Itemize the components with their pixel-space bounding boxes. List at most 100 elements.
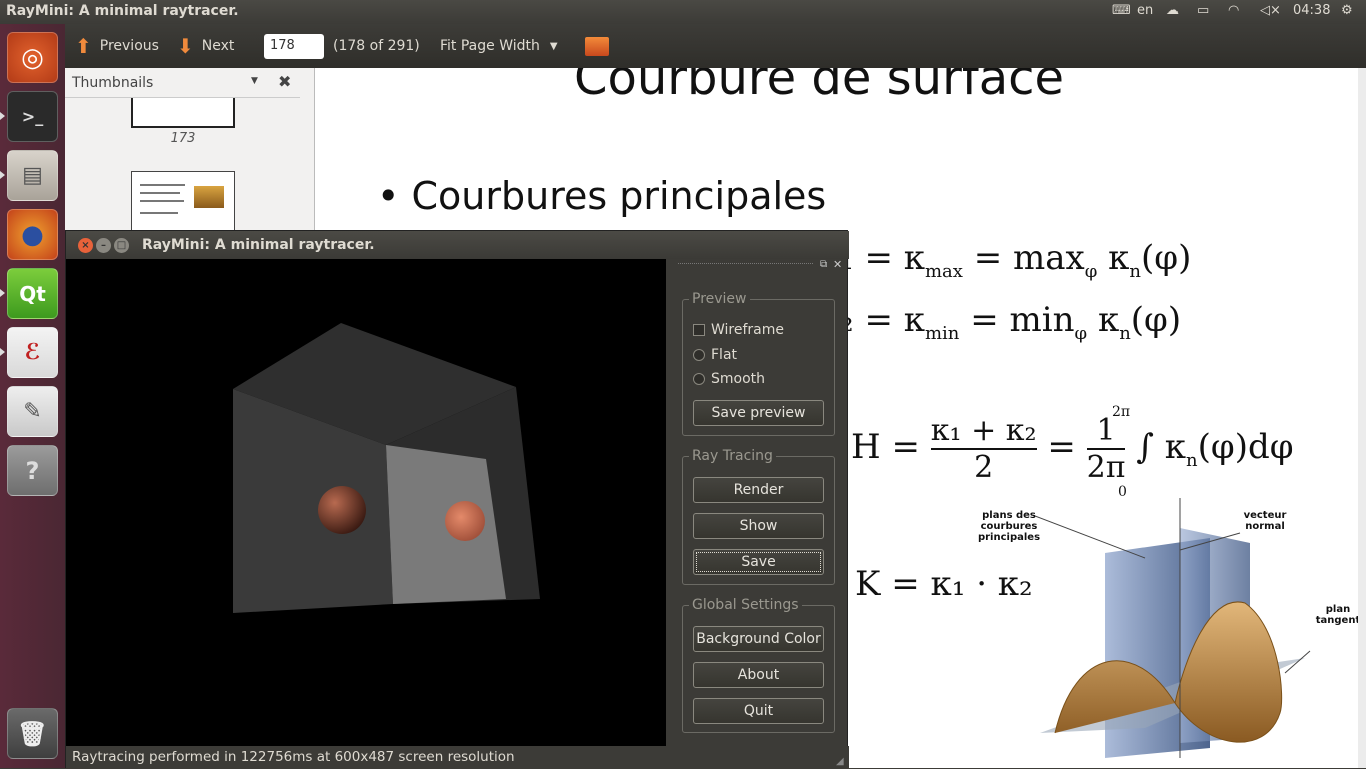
- raymini-titlebar[interactable]: × – □ RayMini: A minimal raytracer.: [66, 231, 849, 259]
- flat-label: Flat: [711, 347, 738, 363]
- quit-button[interactable]: Quit: [693, 698, 824, 724]
- text-editor-icon[interactable]: ✎: [7, 386, 58, 437]
- help-icon[interactable]: ?: [7, 445, 58, 496]
- previous-button[interactable]: ⬆ Previous: [75, 24, 159, 68]
- zoom-select[interactable]: Fit Page Width ▼: [440, 24, 558, 68]
- formula-mean-curvature: H = κ₁ + κ₂ 2 = 1 2π ∫ κn(φ)dφ: [851, 413, 1294, 485]
- integral-upper-bound: 2π: [1112, 404, 1131, 420]
- zoom-label: Fit Page Width: [440, 38, 540, 54]
- firefox-icon[interactable]: ●: [7, 209, 58, 260]
- sidebar-dropdown-icon[interactable]: ▼: [251, 76, 258, 86]
- thumbnail-line: [140, 212, 178, 214]
- ray-tracing-group: Ray Tracing Render Show Save: [682, 448, 835, 585]
- global-settings-group-label: Global Settings: [689, 597, 802, 613]
- top-panel: RayMini: A minimal raytracer. ⌨ en ☁ ▭ ◠…: [0, 0, 1366, 24]
- leader-line: [1035, 515, 1146, 559]
- page-number-input[interactable]: 178: [264, 33, 324, 59]
- thumbnail-line: [140, 200, 184, 202]
- arrow-up-icon: ⬆: [75, 34, 92, 58]
- formula-kappa-min: ₂ = κmin = minφ κn(φ): [840, 300, 1182, 344]
- next-label: Next: [201, 38, 235, 54]
- checkbox-box: [693, 324, 705, 336]
- raymini-window: × – □ RayMini: A minimal raytracer. ⧉ ✕ …: [65, 230, 849, 769]
- wireframe-label: Wireframe: [711, 322, 785, 338]
- clock[interactable]: 04:38: [1293, 3, 1330, 18]
- about-button[interactable]: About: [693, 662, 824, 688]
- save-preview-button[interactable]: Save preview: [693, 400, 824, 426]
- global-settings-group: Global Settings Background Color About Q…: [682, 597, 835, 733]
- control-panel: ⧉ ✕ Preview Wireframe Flat Smooth Save p…: [670, 258, 847, 746]
- flat-radio[interactable]: Flat: [693, 347, 737, 363]
- close-icon[interactable]: ×: [78, 238, 93, 253]
- running-pip: [0, 348, 5, 356]
- scene-sphere: [445, 501, 485, 541]
- running-pip: [0, 171, 5, 179]
- smooth-radio[interactable]: Smooth: [693, 371, 765, 387]
- document-toolbar: ⬆ Previous ⬇ Next 178 (178 of 291) Fit P…: [65, 24, 1366, 68]
- dock-grip[interactable]: [678, 263, 813, 267]
- keyboard-icon[interactable]: ⌨: [1112, 3, 1131, 18]
- page-count: (178 of 291): [333, 38, 420, 54]
- raymini-title: RayMini: A minimal raytracer.: [142, 237, 375, 253]
- thumbnail-page[interactable]: [131, 98, 235, 128]
- trash-icon[interactable]: 🗑: [7, 708, 58, 759]
- sidebar-title: Thumbnails: [72, 75, 154, 91]
- thumbnail-line: [140, 192, 180, 194]
- folder-icon[interactable]: [585, 36, 609, 56]
- radio-circle: [693, 373, 705, 385]
- keyboard-layout[interactable]: en: [1137, 3, 1153, 18]
- maximize-icon[interactable]: □: [114, 238, 129, 253]
- thumbnail-label: 173: [170, 131, 196, 146]
- terminal-icon[interactable]: >_: [7, 91, 58, 142]
- battery-icon[interactable]: ▭: [1197, 3, 1209, 18]
- ray-tracing-group-label: Ray Tracing: [689, 448, 776, 464]
- save-button[interactable]: Save: [693, 549, 824, 575]
- file-manager-icon[interactable]: ▤: [7, 150, 58, 201]
- thumbnail-figure: [194, 186, 224, 208]
- scene-sphere: [318, 486, 366, 534]
- formula-kappa-max: ₁ = κmax = maxφ κn(φ): [840, 238, 1192, 282]
- wifi-icon[interactable]: ◠: [1228, 3, 1239, 18]
- preview-group-label: Preview: [689, 291, 750, 307]
- radio-circle: [693, 349, 705, 361]
- preview-group: Preview Wireframe Flat Smooth Save previ…: [682, 291, 835, 436]
- launcher: ◎ >_ ▤ ● Qt ℰ ✎ ? 🗑: [0, 24, 65, 768]
- qt-creator-icon[interactable]: Qt: [7, 268, 58, 319]
- resize-grip-icon[interactable]: ◢: [836, 756, 844, 767]
- minimize-icon[interactable]: –: [96, 238, 111, 253]
- running-pip: [0, 112, 5, 120]
- bullet-label: Courbures principales: [411, 174, 827, 218]
- volume-icon[interactable]: ◁×: [1260, 3, 1281, 18]
- previous-label: Previous: [99, 38, 159, 54]
- sidebar-header: Thumbnails ▼ ✖: [65, 68, 300, 98]
- document-scrollbar[interactable]: [1358, 68, 1366, 768]
- label-plans: plans des courbures principales: [977, 510, 1041, 543]
- document-viewer-icon[interactable]: ℰ: [7, 327, 58, 378]
- close-icon[interactable]: ✖: [278, 72, 291, 91]
- rendered-scene: [233, 323, 540, 613]
- chevron-down-icon: ▼: [549, 40, 558, 52]
- wireframe-checkbox[interactable]: Wireframe: [693, 322, 784, 338]
- active-window-title: RayMini: A minimal raytracer.: [6, 3, 239, 19]
- show-button[interactable]: Show: [693, 513, 824, 539]
- arrow-down-icon: ⬇: [177, 34, 194, 58]
- background-color-button[interactable]: Background Color: [693, 626, 824, 652]
- curvature-figure: [1035, 498, 1311, 758]
- smooth-label: Smooth: [711, 371, 766, 387]
- slide-title: Courbure de surface: [574, 68, 1065, 106]
- ubuntu-dash-icon[interactable]: ◎: [7, 32, 58, 83]
- render-button[interactable]: Render: [693, 477, 824, 503]
- cloud-icon[interactable]: ☁: [1166, 3, 1179, 18]
- label-plan-tangent: plan tangent: [1315, 604, 1361, 626]
- running-pip: [0, 289, 5, 297]
- next-button[interactable]: ⬇ Next: [177, 24, 234, 68]
- label-vecteur: vecteur normal: [1243, 510, 1287, 532]
- render-viewport[interactable]: [66, 259, 666, 746]
- bullet-text: • Courbures principales: [377, 174, 827, 218]
- close-icon[interactable]: ✕: [833, 258, 842, 271]
- formula-gaussian-curvature: K = κ₁ · κ₂: [855, 564, 1033, 604]
- status-bar: Raytracing performed in 122756ms at 600x…: [66, 746, 849, 769]
- thumbnail-line: [140, 184, 185, 186]
- float-icon[interactable]: ⧉: [820, 259, 827, 270]
- gear-icon[interactable]: ⚙: [1341, 3, 1353, 18]
